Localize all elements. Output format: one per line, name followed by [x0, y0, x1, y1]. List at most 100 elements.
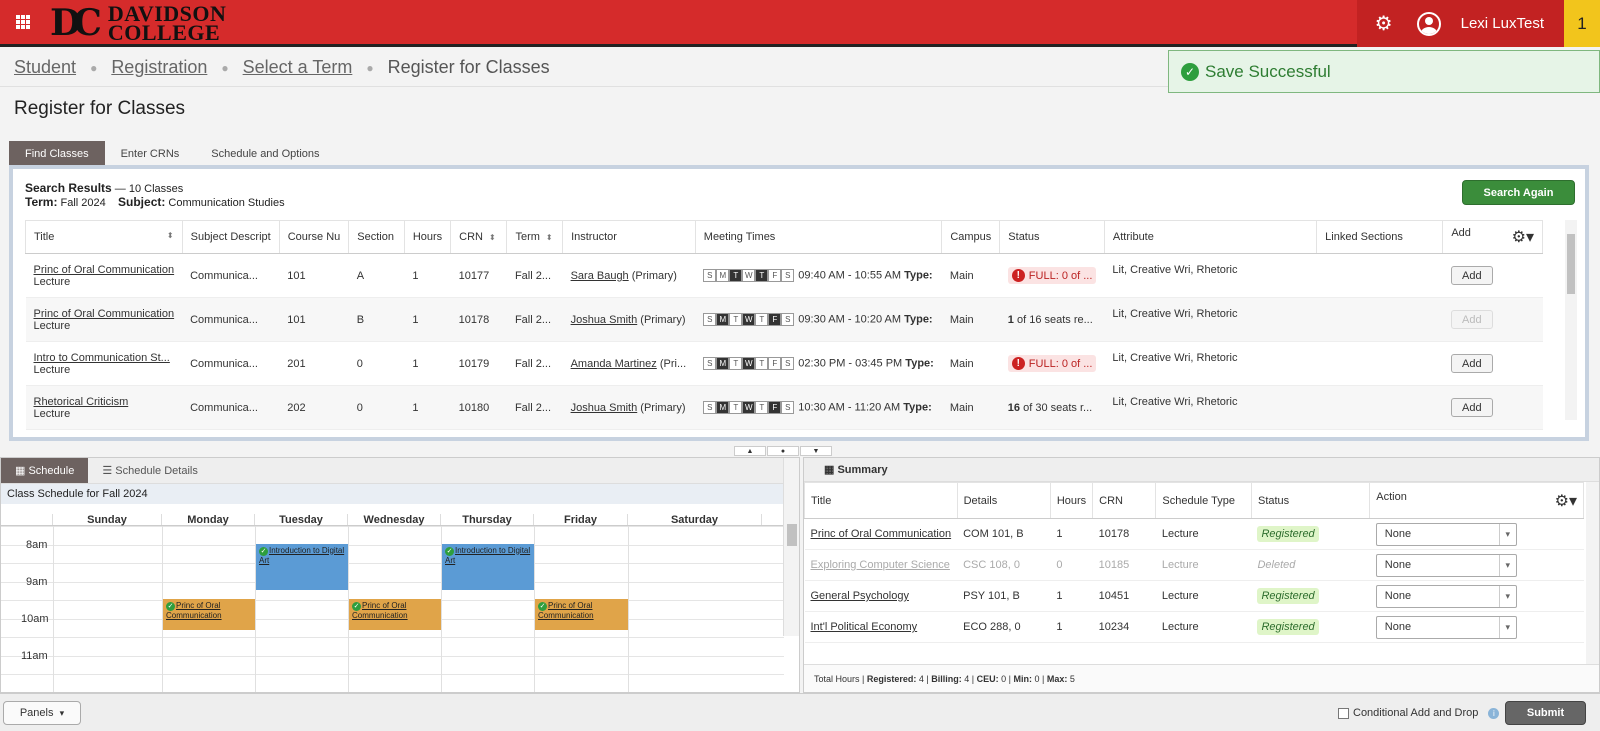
status-deleted: Deleted — [1257, 559, 1296, 571]
event-label[interactable]: Introduction to Digital Art — [259, 546, 344, 565]
tab-enter-crns[interactable]: Enter CRNs — [105, 141, 196, 165]
breadcrumb-select-term[interactable]: Select a Term — [243, 57, 353, 78]
day-box: S — [781, 313, 795, 326]
add-button[interactable]: Add — [1450, 310, 1493, 329]
add-button[interactable]: Add — [1450, 354, 1493, 373]
sum-col-action[interactable]: Action ⚙▾ — [1369, 482, 1584, 519]
sum-col-details[interactable]: Details — [956, 482, 1051, 519]
calendar-scrollbar[interactable] — [783, 458, 799, 636]
user-avatar-icon[interactable] — [1416, 11, 1441, 36]
summary-course-link[interactable]: Exploring Computer Science — [811, 559, 950, 571]
action-select[interactable]: None — [1375, 522, 1517, 546]
col-title[interactable]: Title ⬍ — [25, 220, 183, 254]
section-cell: B — [348, 297, 405, 342]
course-type: Lecture — [33, 407, 71, 420]
event-label[interactable]: Introduction to Digital Art — [445, 546, 530, 565]
summary-schedule-type: Lecture — [1155, 580, 1252, 612]
breadcrumb-separator: ● — [90, 60, 98, 75]
summary-settings-gear-icon[interactable]: ⚙▾ — [1555, 491, 1577, 511]
submit-button[interactable]: Submit — [1505, 701, 1586, 725]
summary-course-link[interactable]: Int'l Political Economy — [811, 621, 918, 633]
instructor-link[interactable]: Amanda Martinez — [571, 358, 657, 370]
calendar-event[interactable]: ✓ Princ of Oral Communication — [349, 599, 441, 630]
settings-gear-icon[interactable]: ⚙ — [1375, 14, 1395, 34]
table-settings-gear-icon[interactable]: ⚙▾ — [1512, 227, 1534, 247]
tab-find-classes[interactable]: Find Classes — [9, 141, 105, 165]
col-linked-sections[interactable]: Linked Sections — [1316, 220, 1444, 254]
col-section[interactable]: Section — [348, 220, 405, 254]
results-scrollbar[interactable] — [1565, 220, 1577, 420]
col-hours[interactable]: Hours — [403, 220, 452, 254]
info-icon[interactable]: i — [1488, 707, 1500, 719]
day-box: T — [729, 401, 743, 414]
logo-line-2: COLLEGE — [107, 20, 221, 45]
col-crn[interactable]: CRN ⬍ — [450, 220, 508, 254]
instructor-link[interactable]: Joshua Smith — [571, 314, 638, 326]
hours-cell: 1 — [404, 341, 451, 386]
college-logo[interactable]: DC DAVIDSON COLLEGE — [50, 3, 226, 45]
course-title-link[interactable]: Princ of Oral Communication — [34, 308, 175, 320]
tab-schedule[interactable]: ▦ Schedule — [1, 458, 89, 483]
hour-line — [1, 544, 784, 546]
panel-up-button[interactable]: ▲ — [734, 446, 766, 456]
apps-grid-icon[interactable] — [16, 15, 30, 29]
calendar-grid: Sunday Monday Tuesday Wednesday Thursday Frid… — [1, 514, 784, 692]
hours-cell: 1 — [404, 297, 451, 342]
summary-details: CSC 108, 0 — [957, 549, 1051, 581]
action-select[interactable]: None — [1375, 553, 1517, 577]
panel-middle-button[interactable]: ● — [767, 446, 799, 456]
col-subject[interactable]: Subject Descript — [181, 220, 280, 254]
summary-crn: 10185 — [1092, 549, 1156, 581]
col-course[interactable]: Course Nu — [278, 220, 350, 254]
col-status[interactable]: Status — [999, 220, 1105, 254]
col-attribute[interactable]: Attribute — [1103, 220, 1318, 254]
action-select[interactable]: None — [1375, 615, 1517, 639]
col-meeting-times[interactable]: Meeting Times — [694, 220, 943, 254]
sum-col-title[interactable]: Title — [804, 482, 958, 519]
notification-badge[interactable]: 1 — [1564, 0, 1600, 47]
calendar-event[interactable]: ✓ Introduction to Digital Art — [442, 543, 534, 590]
calendar-event[interactable]: ✓ Princ of Oral Communication — [535, 599, 628, 630]
day-header: Friday — [534, 514, 628, 526]
breadcrumb-registration[interactable]: Registration — [111, 57, 207, 78]
conditional-add-drop-checkbox[interactable] — [1338, 707, 1349, 719]
sum-col-crn[interactable]: CRN — [1092, 482, 1157, 519]
course-title-link[interactable]: Intro to Communication St... — [34, 352, 170, 364]
conditional-add-drop[interactable]: Conditional Add and Drop i — [1338, 707, 1500, 719]
col-term[interactable]: Term ⬍ — [506, 220, 564, 254]
instructor-link[interactable]: Sara Baugh — [571, 270, 629, 282]
user-name[interactable]: Lexi LuxTest — [1461, 15, 1544, 32]
day-box: F — [768, 357, 782, 370]
day-header: Sunday — [53, 514, 162, 526]
tab-schedule-options[interactable]: Schedule and Options — [195, 141, 335, 165]
meeting-time: 02:30 PM - 03:45 PM — [798, 357, 903, 370]
breadcrumb-student[interactable]: Student — [14, 57, 76, 78]
add-button[interactable]: Add — [1450, 398, 1493, 417]
calendar-event[interactable]: ✓ Introduction to Digital Art — [256, 543, 348, 590]
day-box: W — [742, 313, 756, 326]
calendar-event[interactable]: ✓ Princ of Oral Communication — [163, 599, 255, 630]
top-bar: DC DAVIDSON COLLEGE ⚙ Lexi LuxTest 1 — [0, 0, 1600, 47]
day-box: W — [742, 269, 756, 282]
sum-col-status[interactable]: Status — [1250, 482, 1371, 519]
search-again-button[interactable]: Search Again — [1462, 180, 1575, 205]
col-add[interactable]: Add ⚙▾ — [1442, 220, 1543, 254]
action-select[interactable]: None — [1375, 584, 1517, 608]
panel-down-button[interactable]: ▼ — [800, 446, 832, 456]
tab-schedule-details[interactable]: ☰ Schedule Details — [88, 458, 212, 483]
sum-col-hours[interactable]: Hours — [1049, 482, 1094, 519]
add-button[interactable]: Add — [1450, 266, 1493, 285]
day-header: Thursday — [441, 514, 534, 526]
course-title-link[interactable]: Rhetorical Criticism — [34, 396, 129, 408]
summary-course-link[interactable]: Princ of Oral Communication — [811, 528, 952, 540]
instructor-link[interactable]: Joshua Smith — [571, 402, 638, 414]
day-box: T — [755, 357, 769, 370]
sum-col-schedule-type[interactable]: Schedule Type — [1155, 482, 1252, 519]
course-title-link[interactable]: Princ of Oral Communication — [34, 264, 175, 276]
col-instructor[interactable]: Instructor — [562, 220, 696, 254]
summary-course-link[interactable]: General Psychology — [811, 590, 909, 602]
col-campus[interactable]: Campus — [941, 220, 1001, 254]
day-box: F — [768, 401, 782, 414]
panels-button[interactable]: Panels ▾ — [3, 701, 81, 725]
summary-scrollbar[interactable] — [1586, 482, 1599, 664]
